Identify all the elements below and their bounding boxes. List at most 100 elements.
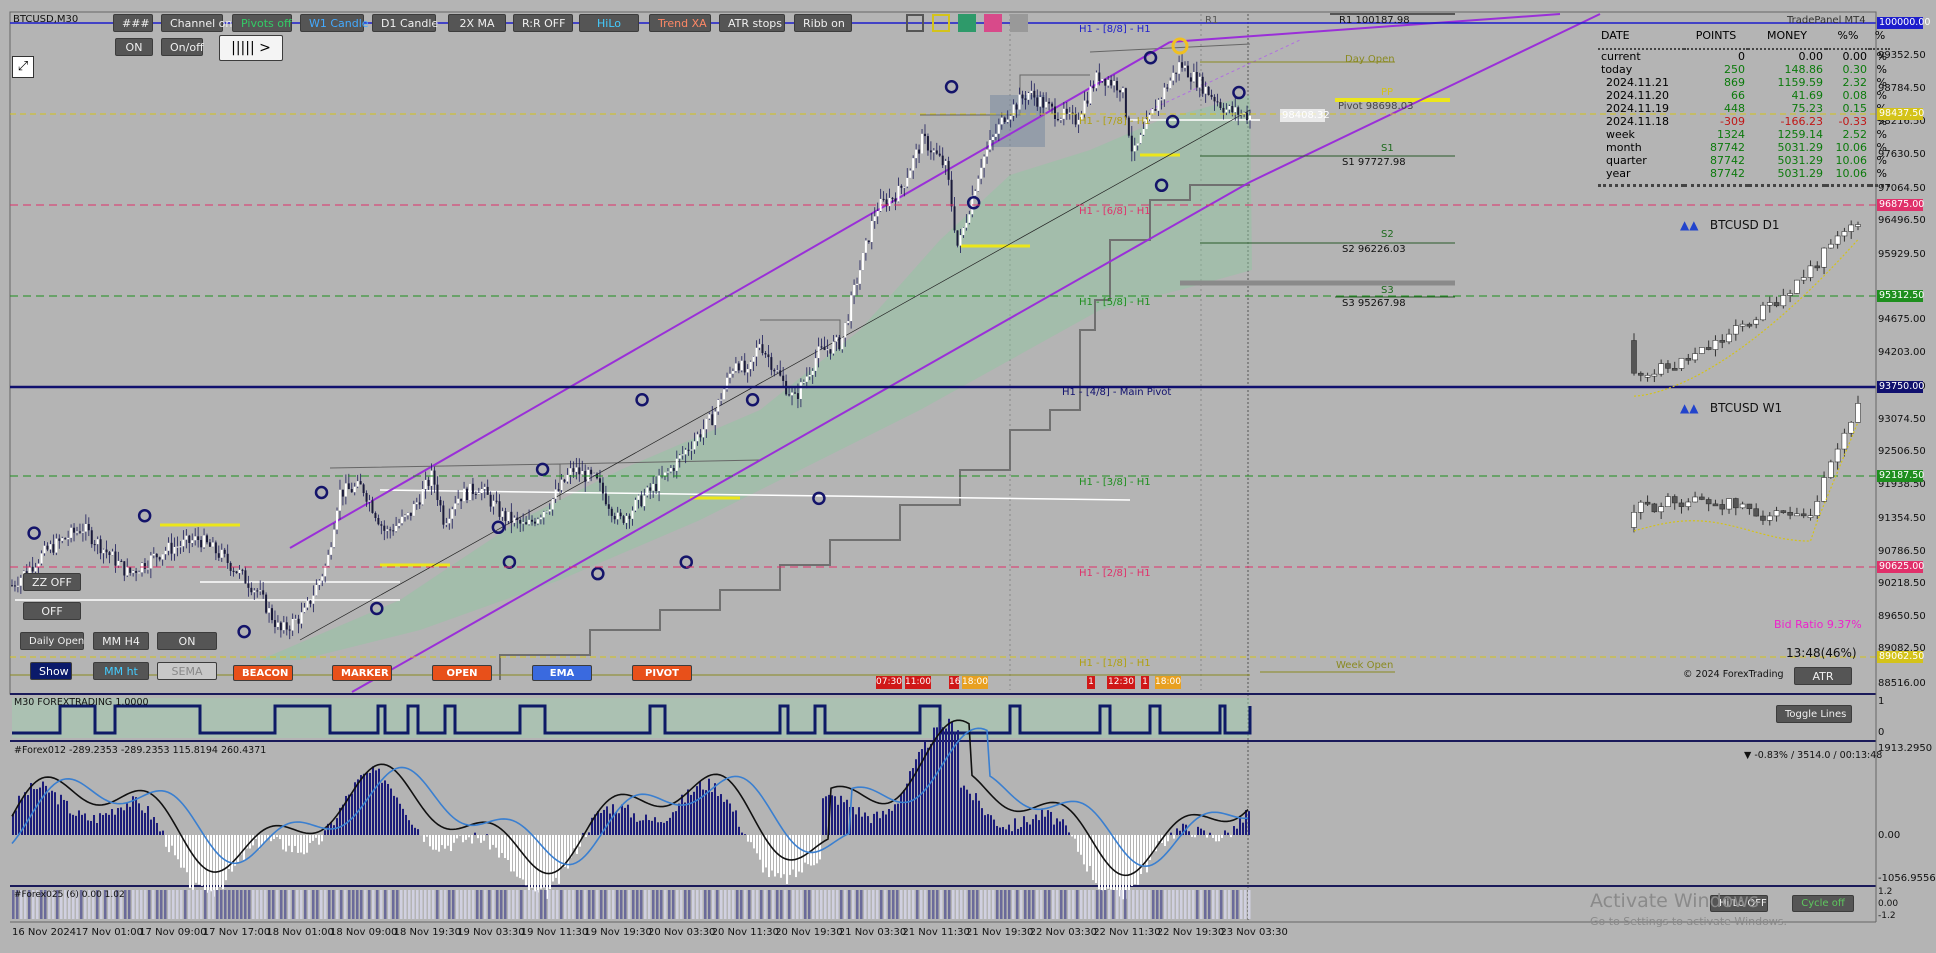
ind2-bar [717,796,719,835]
ind3-bar [1180,890,1183,919]
swing-point [137,508,152,523]
ind3-bar [764,890,767,919]
ind3-bar [1004,890,1007,919]
pivot-s1-value: S1 97727.98 [1342,157,1406,168]
candle-body [1003,117,1006,123]
mm-ht-button[interactable]: MM ht [93,662,149,680]
ind2-bar [951,721,953,835]
ind2-bar [633,813,635,835]
ind3-bar [188,890,191,919]
candle-body [398,523,401,526]
ind2-bar [474,832,476,835]
ind2-bar [24,792,26,835]
session-tag: 1 [1087,676,1095,689]
swatch-dark[interactable] [906,14,924,32]
on-button[interactable]: ON [115,38,153,56]
ind2-bar [744,834,746,835]
candle-body [457,498,460,504]
ind2-bar [711,792,713,835]
ind2-bar [666,821,668,835]
ind2-bar [375,770,377,835]
expand-icon[interactable]: ⤢ [12,56,34,78]
toolbar-button-5[interactable]: 2X MA [448,14,506,32]
ema-tag[interactable]: EMA [532,665,592,681]
toolbar-button-10[interactable]: Ribb on [794,14,852,32]
ind3-bar [416,890,419,919]
ind2-bar [1137,835,1139,885]
ind3-bar [620,890,623,919]
candle-body [256,590,259,592]
swatch-grey[interactable] [1010,14,1028,32]
toolbar-button-4[interactable]: D1 Candle [372,14,438,32]
ind2-bar [792,835,794,870]
swatch-yellow[interactable] [932,14,950,32]
ind2-bar [1032,819,1034,835]
toolbar-button-9[interactable]: ATR stops [719,14,785,32]
mini-chart-w1-label: ▲▲ BTCUSD W1 [1680,401,1783,415]
ind3-bar [508,890,511,919]
marker-tag[interactable]: MARKER [332,665,392,681]
candle-body [956,230,959,246]
on-toggle-button[interactable]: ON [157,632,217,650]
ind2-bar [1122,835,1124,900]
candle-body [76,531,79,533]
ind3-bar [740,890,743,919]
swatch-green[interactable] [958,14,976,32]
onoff-button[interactable]: On/off [161,38,204,56]
toolbar-button-7[interactable]: HiLo [579,14,639,32]
ind3-bar [672,890,675,919]
ind2-bar [456,835,458,839]
stats-cell: 0.30 [1842,63,1868,76]
level-label-1-8: H1 - [1/8] - H1 [1079,658,1151,669]
navigation-control[interactable]: ||||| > [219,35,283,61]
candle-body [929,150,932,153]
ind2-bar [486,834,488,835]
candle-body [962,227,965,236]
candle-body [208,542,211,547]
candle-body [96,539,99,545]
zz-off-button[interactable]: ZZ OFF [23,573,81,591]
ind2-bar [81,814,83,835]
ind2-bar [111,809,113,835]
candle-body [501,511,504,517]
sema-button[interactable]: SEMA [157,662,217,680]
ind3-bar [252,890,255,919]
swatch-pink[interactable] [984,14,1002,32]
pivot-tag[interactable]: PIVOT [632,665,692,681]
candle-body [164,550,167,555]
ind2-bar [135,797,137,835]
y-axis-level-box: 93750.00 [1877,381,1925,393]
ind3-bar [996,890,999,919]
candle-body [856,283,859,285]
show-button[interactable]: Show [30,662,72,680]
toggle-lines-button[interactable]: Toggle Lines [1776,705,1852,723]
ind3-bar [616,890,619,919]
off-button[interactable]: OFF [23,602,81,620]
ind2-bar [1206,835,1208,838]
ind2-bar [1113,835,1115,891]
toolbar-button-0[interactable]: ### [113,14,153,32]
y-axis-label: 98784.50 [1878,83,1926,94]
mini-chart-d1-label: ▲▲ BTCUSD D1 [1680,218,1780,232]
ind2-bar [660,822,662,835]
toolbar-button-2[interactable]: Pivots off [232,14,292,32]
atr-button[interactable]: ATR [1794,667,1852,685]
stats-table: DATE POINTS MONEY%%% current 0 0.00 0.00% today… [1598,29,1890,187]
ind2-bar [1053,824,1055,835]
candle-body [200,539,203,548]
chart-title: BTCUSD,M30 [13,14,79,25]
toolbar-button-6[interactable]: R:R OFF [513,14,573,32]
cycle-off-button[interactable]: Cycle off [1792,895,1854,912]
open-tag[interactable]: OPEN [432,665,492,681]
ind3-bar [720,890,723,919]
candle-body [1207,86,1210,95]
candle-body [13,585,16,587]
daily-open-button[interactable]: Daily Open [20,632,84,650]
mm-h4-button[interactable]: MM H4 [93,632,149,650]
toolbar-button-1[interactable]: Channel on [161,14,232,32]
candle-body [152,553,155,556]
beacon-tag[interactable]: BEACON [233,665,293,681]
toolbar-button-3[interactable]: W1 Candle [300,14,369,32]
toolbar-button-8[interactable]: Trend XA [649,14,711,32]
ind3-bar [144,890,147,919]
